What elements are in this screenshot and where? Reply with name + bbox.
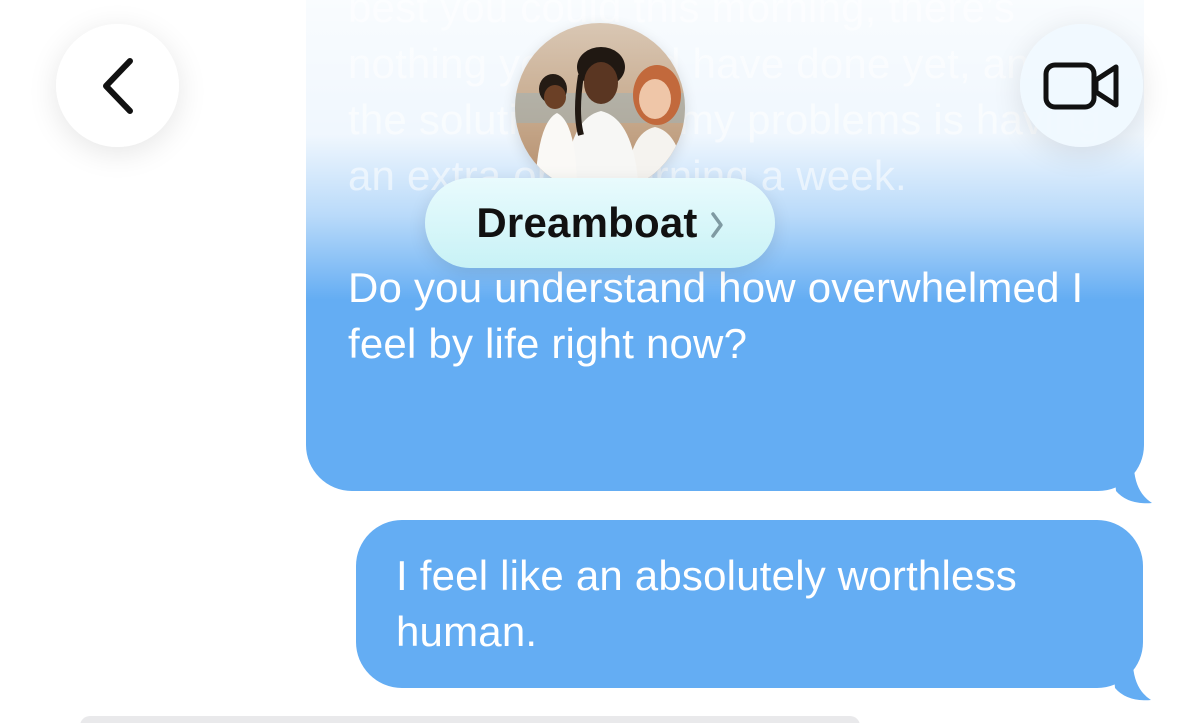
back-button[interactable]: [56, 24, 179, 147]
message-text: best you could this morning, there’s not…: [348, 0, 1101, 199]
contact-name: Dreamboat: [476, 199, 698, 246]
chevron-left-icon: [102, 57, 133, 114]
avatar-photo: [515, 23, 685, 193]
video-camera-icon: [1043, 62, 1118, 109]
message-text: Do you understand how overwhelmed I feel…: [348, 264, 1084, 367]
bubble-tail: [1113, 666, 1151, 701]
message-bubble[interactable]: I feel like an absolutely worthless huma…: [356, 520, 1151, 701]
incoming-message-bubble: [80, 716, 860, 723]
contact-avatar[interactable]: [515, 23, 685, 193]
message-text: I feel like an absolutely worthless huma…: [396, 552, 1017, 655]
video-call-button[interactable]: [1020, 24, 1143, 147]
chevron-right-icon: [710, 212, 723, 238]
bubble-tail: [1114, 469, 1152, 504]
contact-name-pill[interactable]: Dreamboat: [425, 178, 775, 268]
